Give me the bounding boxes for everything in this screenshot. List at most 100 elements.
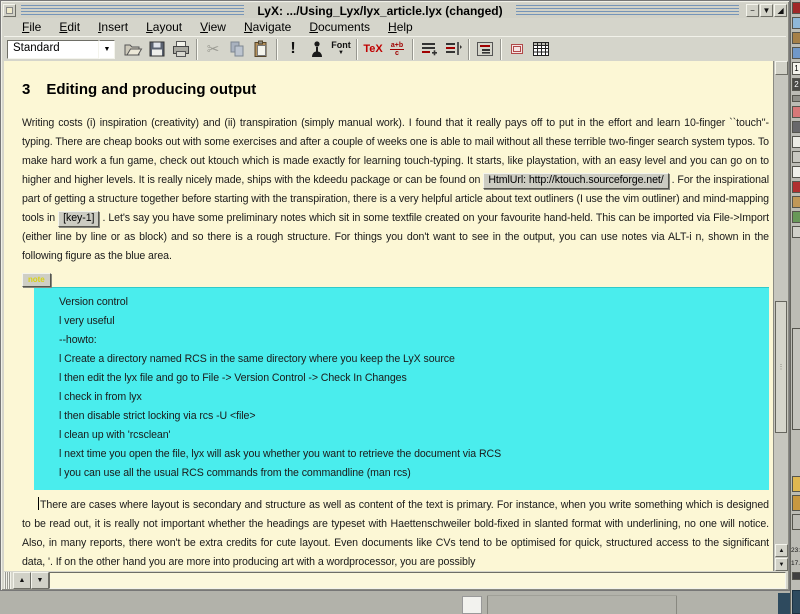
tex-icon: TeX: [363, 43, 382, 55]
panel-launcher-icon[interactable]: [792, 151, 800, 163]
menu-view[interactable]: View: [192, 19, 234, 36]
note-line: l then disable strict locking via rcs -U…: [59, 407, 761, 426]
panel-launcher-icon[interactable]: [792, 495, 800, 511]
window-title: LyX: .../Using_Lyx/lyx_article.lyx (chan…: [249, 4, 510, 18]
panel-launcher-icon[interactable]: [792, 32, 800, 44]
insert-footnote-button[interactable]: [417, 38, 441, 61]
panel-scrollbar-fragment[interactable]: [792, 328, 800, 430]
menu-layout[interactable]: Layout: [138, 19, 190, 36]
paragraph-1[interactable]: Writing costs (i) inspiration (creativit…: [22, 114, 769, 266]
scrollbar-thumb[interactable]: ⋮: [775, 301, 787, 433]
cut-button[interactable]: ✂: [201, 38, 225, 61]
panel-launcher-icon[interactable]: [792, 196, 800, 208]
minimize-icon: −: [750, 7, 755, 15]
panel-launcher-icon[interactable]: [792, 47, 800, 59]
maximize-button[interactable]: ◢: [774, 4, 787, 17]
panel-launcher-icon[interactable]: [792, 136, 800, 148]
font-down-arrow-icon: ▼: [331, 49, 351, 57]
url-inset[interactable]: HtmlUrl: http://ktouch.sourceforge.net/: [483, 173, 668, 189]
note-line: l next time you open the file, lyx will …: [59, 445, 761, 464]
scroll-down-icon: ▼: [779, 562, 785, 568]
panel-launcher-icon[interactable]: [792, 106, 800, 118]
section-heading[interactable]: 3Editing and producing output: [22, 81, 769, 98]
panel-launcher-icon[interactable]: [792, 166, 800, 178]
panel-launcher-icon[interactable]: [792, 514, 800, 530]
tex-mode-button[interactable]: TeX: [361, 38, 385, 61]
paragraph-style-combo[interactable]: Standard ▼: [7, 40, 115, 59]
panel-clock-hour: 23:: [791, 547, 800, 554]
math-mode-button[interactable]: a+b c: [385, 38, 409, 61]
panel-launcher-icon[interactable]: [792, 572, 800, 580]
lyx-window: LyX: .../Using_Lyx/lyx_article.lyx (chan…: [0, 0, 790, 591]
panel-launcher-icon[interactable]: [792, 590, 800, 614]
menubar: File Edit Insert Layout View Navigate Do…: [4, 19, 786, 36]
menu-file[interactable]: File: [14, 19, 49, 36]
paste-button[interactable]: [249, 38, 273, 61]
titlebar-stripes-left: [21, 5, 244, 16]
copy-icon: [227, 39, 247, 59]
scroll-up-button[interactable]: ▲: [775, 544, 788, 557]
printer-icon: [171, 39, 191, 59]
pager-desktop-1[interactable]: 1: [792, 62, 800, 75]
note-inset-box[interactable]: Version control l very useful --howto: l…: [34, 287, 769, 490]
panel-launcher-icon[interactable]: [792, 211, 800, 223]
insert-margin-note-button[interactable]: [441, 38, 465, 61]
resize-icon: ◢: [777, 7, 783, 15]
text-cursor: [38, 497, 39, 510]
minibuffer-down-button[interactable]: ▼: [31, 572, 49, 589]
table-grid-icon: [531, 39, 551, 59]
panel-launcher-icon[interactable]: [792, 226, 800, 238]
menu-edit[interactable]: Edit: [51, 19, 88, 36]
section-number: 3: [22, 81, 30, 98]
menu-help[interactable]: Help: [380, 19, 421, 36]
paragraph-1-text-c: . Let's say you have some preliminary no…: [22, 212, 769, 262]
scroll-down-button[interactable]: ▼: [775, 558, 788, 571]
panel-folder-icon[interactable]: [792, 476, 800, 492]
panel-launcher-icon[interactable]: [792, 121, 800, 133]
menu-navigate[interactable]: Navigate: [236, 19, 299, 36]
titlebar-stripes-right: [516, 5, 739, 16]
note-line: l clean up with 'rcsclean': [59, 426, 761, 445]
combo-dropdown-icon[interactable]: ▼: [99, 40, 115, 59]
document-scrollbar[interactable]: ⋮ ▲ ▼: [773, 61, 788, 571]
shade-button[interactable]: ▼: [760, 4, 773, 17]
open-button[interactable]: [121, 38, 145, 61]
toolbar-separator: [196, 39, 198, 60]
scrollbar-top-button[interactable]: [775, 61, 788, 75]
emphasis-button[interactable]: !: [281, 38, 305, 61]
document-canvas[interactable]: 3Editing and producing output Writing co…: [4, 61, 773, 571]
menu-insert[interactable]: Insert: [90, 19, 136, 36]
copy-button[interactable]: [225, 38, 249, 61]
minibuffer-grip[interactable]: [4, 572, 11, 589]
footnote-lines-icon: [419, 39, 439, 59]
titlebar[interactable]: LyX: .../Using_Lyx/lyx_article.lyx (chan…: [3, 3, 787, 18]
free-font-button[interactable]: Font ▼: [329, 38, 353, 61]
note-line: --howto:: [59, 331, 761, 350]
window-menu-icon: [6, 7, 13, 14]
background-window-fragment: [462, 596, 482, 614]
math-fraction-icon: a+b c: [390, 42, 404, 57]
save-button[interactable]: [145, 38, 169, 61]
insert-figure-button[interactable]: [505, 38, 529, 61]
menu-documents[interactable]: Documents: [301, 19, 378, 36]
paragraph-2[interactable]: There are cases where layout is secondar…: [22, 496, 769, 571]
margin-note-lines-icon: [443, 39, 463, 59]
minibuffer-input[interactable]: [49, 572, 786, 589]
window-menu-button[interactable]: [3, 4, 16, 17]
panel-launcher-icon[interactable]: [792, 17, 800, 29]
panel-launcher-icon[interactable]: [792, 95, 800, 102]
background-window-edge: [487, 595, 677, 596]
note-line: l then edit the lyx file and go to File …: [59, 369, 761, 388]
citation-inset[interactable]: [key-1]: [58, 211, 99, 227]
noun-button[interactable]: [305, 38, 329, 61]
minimize-button[interactable]: −: [746, 4, 759, 17]
print-button[interactable]: [169, 38, 193, 61]
minibuffer-up-button[interactable]: ▲: [13, 572, 31, 589]
change-depth-button[interactable]: [473, 38, 497, 61]
background-window-edge: [487, 595, 488, 614]
panel-launcher-icon[interactable]: [792, 2, 800, 14]
panel-launcher-icon[interactable]: [792, 181, 800, 193]
note-inset-tag[interactable]: note: [22, 273, 51, 287]
insert-table-button[interactable]: [529, 38, 553, 61]
pager-desktop-2[interactable]: 2: [792, 78, 800, 91]
